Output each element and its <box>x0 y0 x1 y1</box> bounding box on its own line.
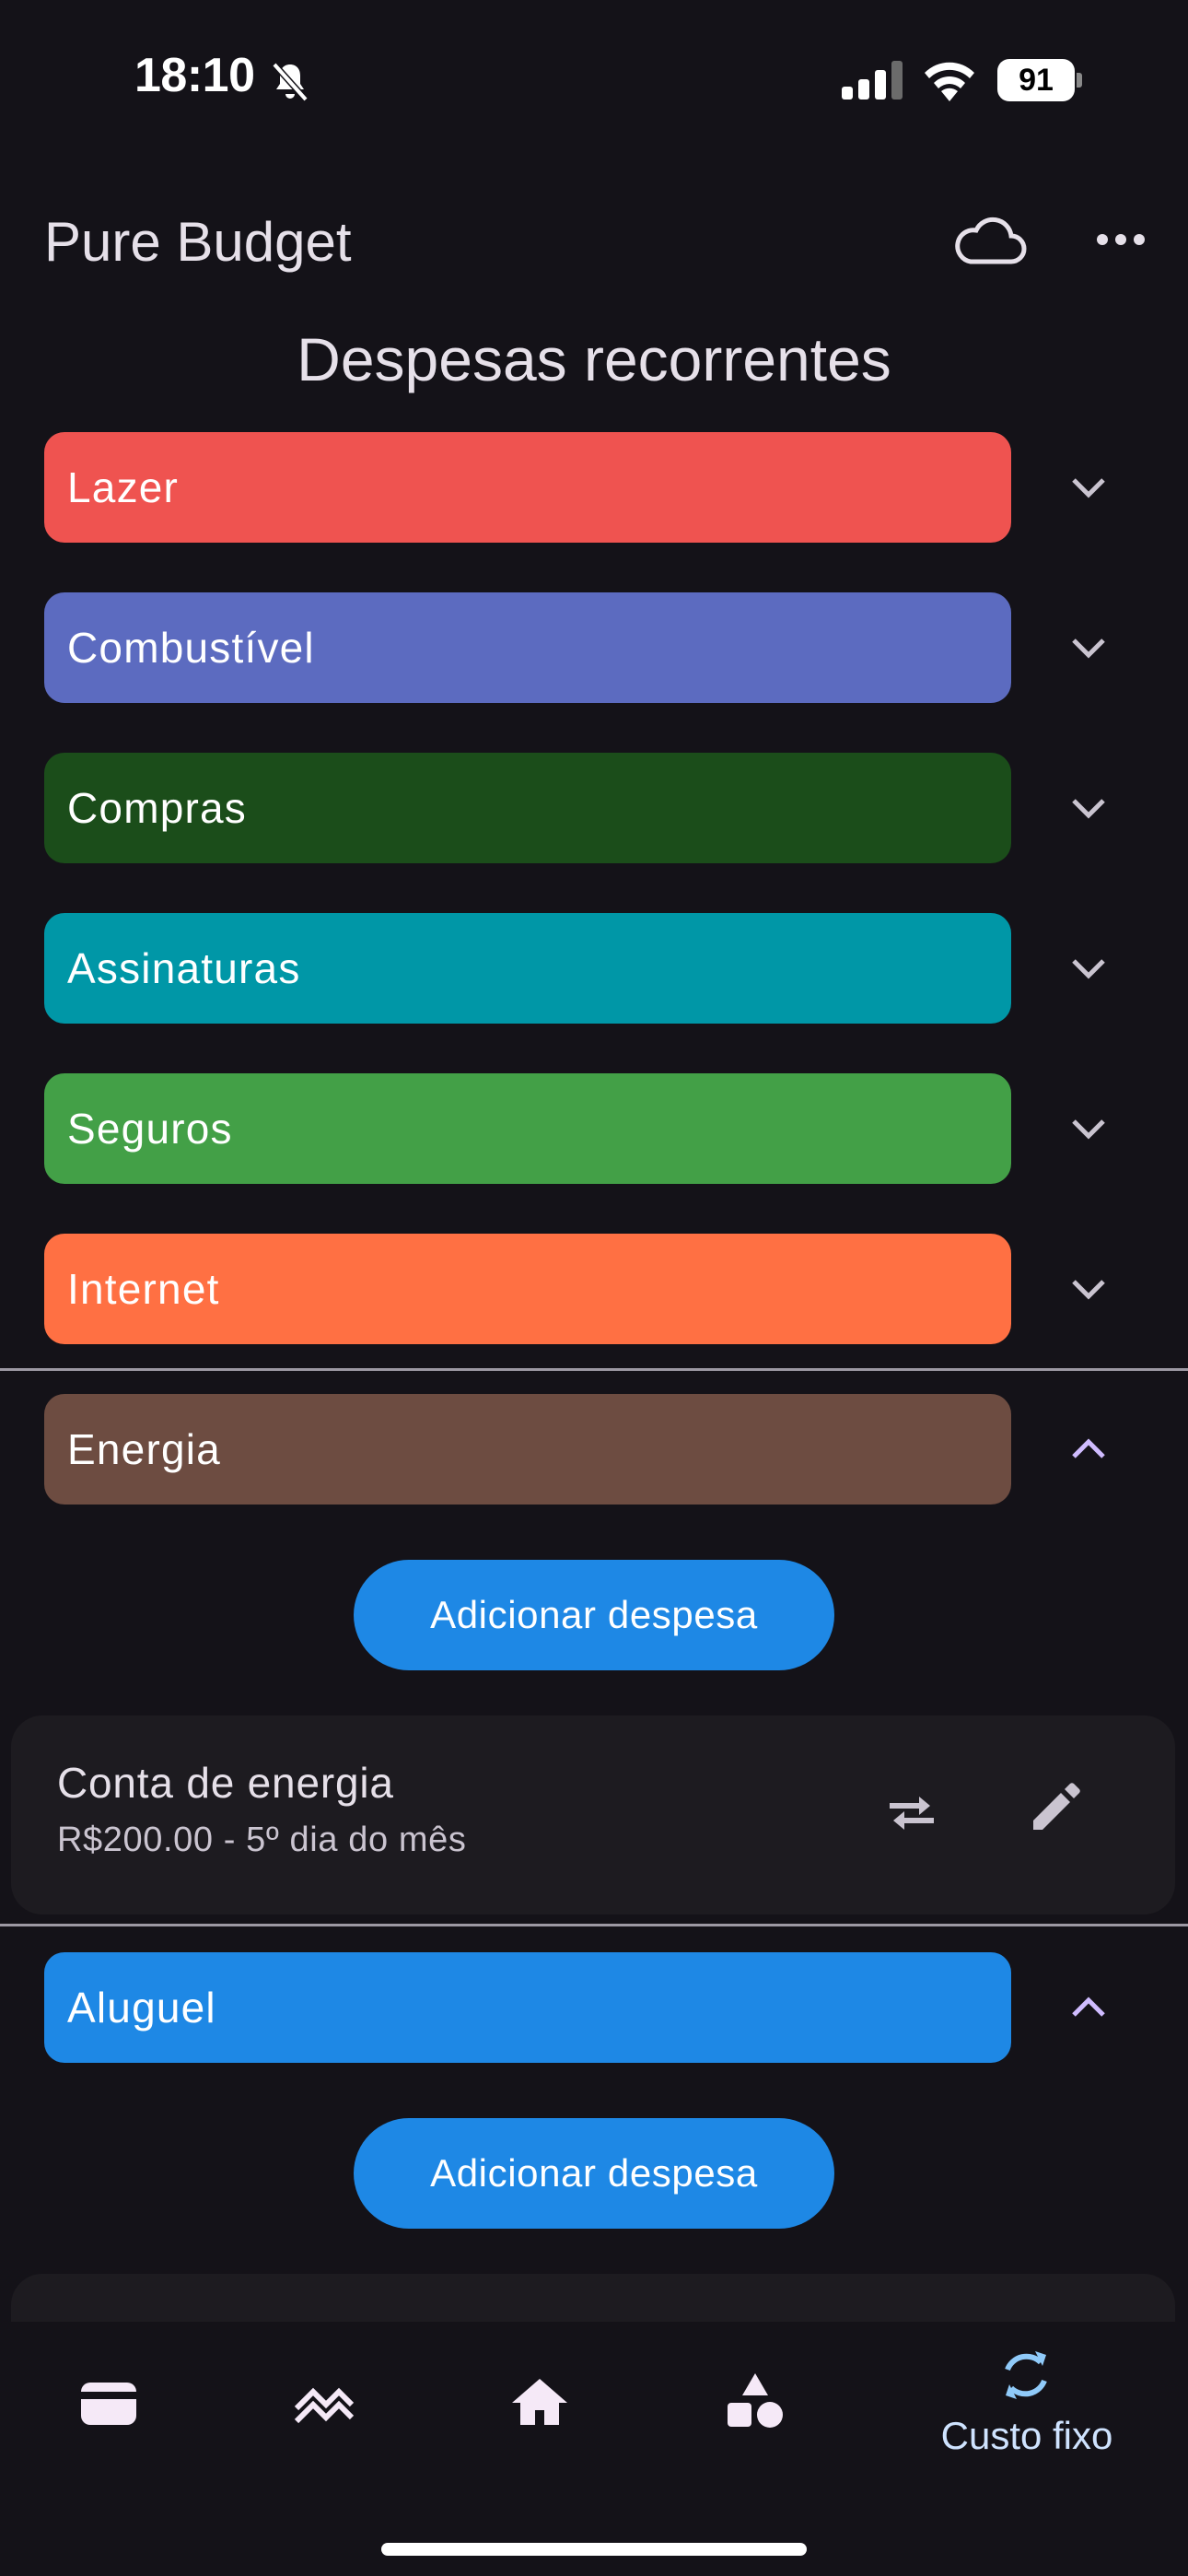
chevron-down-icon[interactable] <box>1070 955 1107 981</box>
home-indicator <box>381 2543 807 2556</box>
divider <box>0 1368 1188 1371</box>
category-aluguel[interactable]: Aluguel <box>44 1952 1011 2063</box>
battery-indicator: 91 <box>997 59 1082 101</box>
signal-icon <box>842 61 903 100</box>
more-horiz-icon[interactable] <box>1094 221 1147 258</box>
wallet-icon[interactable] <box>77 2371 140 2434</box>
sync-icon[interactable] <box>995 2344 1057 2406</box>
category-label: Assinaturas <box>67 944 301 992</box>
category-shapes-icon[interactable] <box>724 2370 786 2432</box>
edit-icon[interactable] <box>1026 1778 1085 1837</box>
chevron-up-icon[interactable] <box>1070 1995 1107 2020</box>
category-label: Seguros <box>67 1105 233 1153</box>
category-lazer[interactable]: Lazer <box>44 432 1011 543</box>
chevron-down-icon[interactable] <box>1070 795 1107 821</box>
chevron-down-icon[interactable] <box>1070 1276 1107 1302</box>
swap-horiz-icon[interactable] <box>884 1791 939 1835</box>
battery-level: 91 <box>1019 63 1054 98</box>
expense-subtitle: R$200.00 - 5º dia do mês <box>57 1821 467 1859</box>
page-title: Despesas recorrentes <box>297 325 891 393</box>
chevron-down-icon[interactable] <box>1070 635 1107 661</box>
category-seguros[interactable]: Seguros <box>44 1073 1011 1184</box>
category-label: Energia <box>67 1425 221 1473</box>
category-internet[interactable]: Internet <box>44 1234 1011 1344</box>
category-label: Combustível <box>67 624 315 672</box>
chevron-down-icon[interactable] <box>1070 474 1107 500</box>
category-combustivel[interactable]: Combustível <box>44 592 1011 703</box>
bell-muted-icon <box>272 62 309 102</box>
category-compras[interactable]: Compras <box>44 753 1011 863</box>
category-label: Internet <box>67 1265 220 1313</box>
add-expense-button[interactable]: Adicionar despesa <box>354 1560 834 1670</box>
category-energia[interactable]: Energia <box>44 1394 1011 1505</box>
divider <box>0 1924 1188 1926</box>
trending-icon[interactable] <box>293 2371 355 2434</box>
expense-card[interactable]: Conta de energia R$200.00 - 5º dia do mê… <box>11 1715 1175 1914</box>
category-assinaturas[interactable]: Assinaturas <box>44 913 1011 1024</box>
expense-title: Conta de energia <box>57 1759 394 1807</box>
wifi-icon <box>925 62 974 101</box>
category-label: Aluguel <box>67 1984 216 2032</box>
chevron-down-icon[interactable] <box>1070 1116 1107 1142</box>
add-expense-button[interactable]: Adicionar despesa <box>354 2118 834 2229</box>
status-time: 18:10 <box>134 49 255 102</box>
home-icon[interactable] <box>508 2371 571 2434</box>
chevron-up-icon[interactable] <box>1070 1436 1107 1462</box>
category-label: Compras <box>67 784 248 832</box>
cloud-icon[interactable] <box>950 214 1028 267</box>
category-label: Lazer <box>67 463 180 511</box>
nav-label-custo-fixo[interactable]: Custo fixo <box>930 2414 1124 2458</box>
app-title: Pure Budget <box>44 211 352 273</box>
